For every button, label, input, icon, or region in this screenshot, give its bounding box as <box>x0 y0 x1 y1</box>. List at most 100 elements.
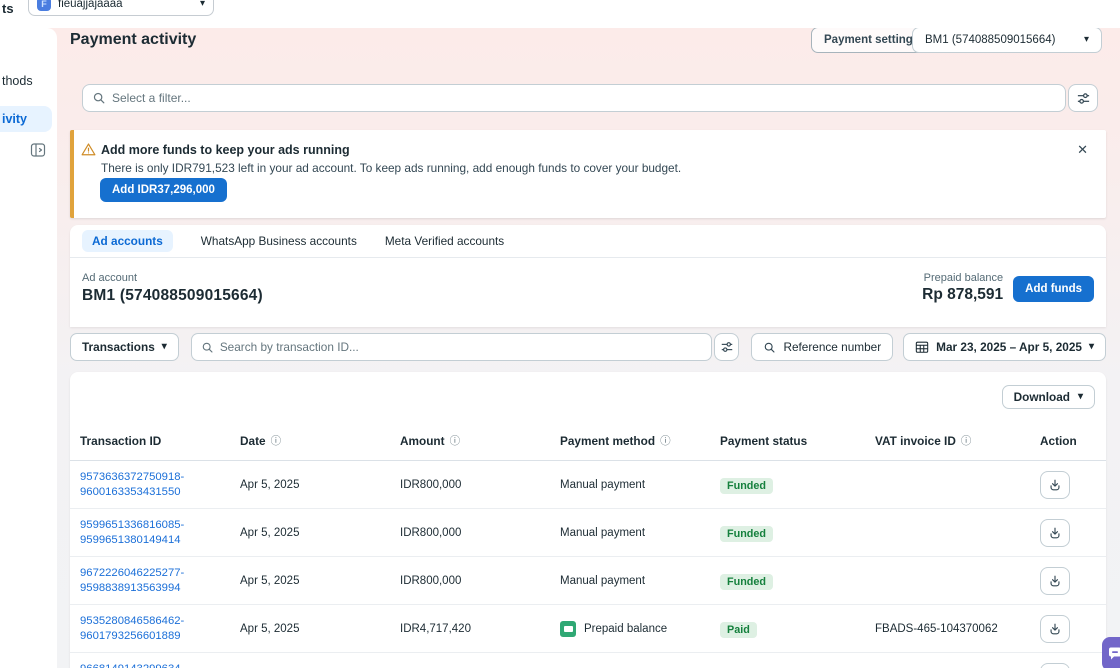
table-row: 9668149143299634-9601437480437474 Apr 4,… <box>70 653 1106 668</box>
banner-body: There is only IDR791,523 left in your ad… <box>101 161 681 175</box>
status-badge: Funded <box>720 478 773 494</box>
reference-number-label: Reference number <box>783 340 881 354</box>
column-vat-invoice-id: VAT invoice IDⓘ <box>875 433 1040 448</box>
transaction-amount: IDR4,717,420 <box>400 623 560 635</box>
download-label: Download <box>1014 390 1070 404</box>
transaction-amount: IDR800,000 <box>400 575 560 587</box>
ad-account-name: BM1 (574088509015664) <box>82 287 922 305</box>
chat-bubble-icon <box>1107 646 1120 662</box>
add-funds-button[interactable]: Add funds <box>1013 276 1094 302</box>
top-navigation-strip: ts F fieuajjajaaaa ▾ <box>0 0 1120 28</box>
prepaid-balance-label: Prepaid balance <box>922 272 1003 284</box>
prepaid-balance-value: Rp 878,591 <box>922 286 1003 304</box>
transaction-search-input[interactable] <box>220 340 702 354</box>
date-range-label: Mar 23, 2025 – Apr 5, 2025 <box>936 340 1082 354</box>
reference-number-button[interactable]: Reference number <box>751 333 893 361</box>
payment-method: Prepaid balance <box>560 621 720 637</box>
table-row: 9672226046225277-9598838913563994 Apr 5,… <box>70 557 1106 605</box>
clipped-nav-text: ts <box>2 1 14 16</box>
payment-method: Manual payment <box>560 575 720 587</box>
add-funds-amount-button[interactable]: Add IDR37,296,000 <box>100 178 227 202</box>
column-date: Dateⓘ <box>240 433 400 448</box>
transaction-amount: IDR800,000 <box>400 479 560 491</box>
column-action: Action <box>1040 434 1096 448</box>
download-invoice-button[interactable] <box>1040 519 1070 547</box>
chevron-down-icon: ▾ <box>162 342 167 352</box>
close-icon[interactable]: ✕ <box>1077 142 1088 158</box>
account-type-tabs: Ad accounts WhatsApp Business accounts M… <box>70 225 1106 258</box>
column-payment-method: Payment methodⓘ <box>560 433 720 448</box>
collapse-sidebar-icon[interactable] <box>28 140 48 160</box>
column-amount: Amountⓘ <box>400 433 560 448</box>
transaction-id-link[interactable]: 9599651336816085-9599651380149414 <box>80 518 240 548</box>
sidebar-item-payment-activity[interactable]: ivity <box>0 106 52 132</box>
transaction-id-link[interactable]: 9668149143299634-9601437480437474 <box>80 662 240 668</box>
transaction-date: Apr 5, 2025 <box>240 527 400 539</box>
chevron-down-icon: ▾ <box>1084 35 1089 45</box>
calendar-icon <box>915 340 929 354</box>
transaction-id-link[interactable]: 9672226046225277-9598838913563994 <box>80 566 240 596</box>
account-summary-card: Ad accounts WhatsApp Business accounts M… <box>70 225 1106 327</box>
transaction-date: Apr 5, 2025 <box>240 623 400 635</box>
banner-title: Add more funds to keep your ads running <box>101 143 350 157</box>
table-row: 9599651336816085-9599651380149414 Apr 5,… <box>70 509 1106 557</box>
transaction-date: Apr 5, 2025 <box>240 479 400 491</box>
vat-invoice-id: FBADS-465-104370062 <box>875 623 1040 635</box>
download-invoice-button[interactable] <box>1040 663 1070 668</box>
download-invoice-button[interactable] <box>1040 615 1070 643</box>
status-badge: Paid <box>720 622 757 638</box>
table-row: 9535280846586462-9601793256601889 Apr 5,… <box>70 605 1106 653</box>
transaction-amount: IDR800,000 <box>400 527 560 539</box>
sidebar: thods ivity <box>0 28 57 668</box>
transactions-table-card: Download ▾ Transaction ID Dateⓘ Amountⓘ … <box>70 372 1106 668</box>
status-badge: Funded <box>720 526 773 542</box>
column-payment-status: Payment status <box>720 434 875 448</box>
payment-status: Funded <box>720 524 875 542</box>
chevron-down-icon: ▾ <box>1089 342 1094 352</box>
tab-whatsapp-business-accounts[interactable]: WhatsApp Business accounts <box>201 230 357 252</box>
transactions-toolbar: Transactions ▾ Reference number <box>70 333 1106 361</box>
date-range-picker[interactable]: Mar 23, 2025 – Apr 5, 2025 ▾ <box>903 333 1106 361</box>
page: ts F fieuajjajaaaa ▾ thods ivity Payment… <box>0 0 1120 668</box>
info-icon[interactable]: ⓘ <box>450 433 461 448</box>
tab-meta-verified-accounts[interactable]: Meta Verified accounts <box>385 230 504 252</box>
ad-account-label: Ad account <box>82 272 922 284</box>
status-badge: Funded <box>720 574 773 590</box>
payment-status: Funded <box>720 572 875 590</box>
info-icon[interactable]: ⓘ <box>961 433 972 448</box>
transaction-date: Apr 5, 2025 <box>240 575 400 587</box>
payment-method: Manual payment <box>560 527 720 539</box>
chevron-down-icon: ▾ <box>200 0 205 9</box>
page-title: Payment activity <box>70 31 196 49</box>
download-invoice-button[interactable] <box>1040 471 1070 499</box>
download-invoice-button[interactable] <box>1040 567 1070 595</box>
sidebar-item-payment-methods[interactable]: thods <box>2 74 33 88</box>
filter-search-input[interactable] <box>112 91 1056 105</box>
filter-options-button[interactable] <box>1068 84 1098 112</box>
tab-ad-accounts[interactable]: Ad accounts <box>82 230 173 252</box>
low-funds-banner: Add more funds to keep your ads running … <box>70 130 1106 218</box>
search-options-button[interactable] <box>714 333 739 361</box>
warning-icon <box>81 142 96 157</box>
account-selector-label: BM1 (574088509015664) <box>925 34 1055 46</box>
business-avatar: F <box>37 0 51 11</box>
filter-search-field[interactable] <box>82 84 1066 112</box>
transaction-type-label: Transactions <box>82 340 155 354</box>
column-transaction-id: Transaction ID <box>80 434 240 448</box>
transaction-search-field[interactable] <box>191 333 712 361</box>
payment-status: Paid <box>720 620 875 638</box>
info-icon[interactable]: ⓘ <box>271 433 282 448</box>
account-selector-dropdown[interactable]: BM1 (574088509015664) ▾ <box>912 27 1102 53</box>
transaction-id-link[interactable]: 9535280846586462-9601793256601889 <box>80 614 240 644</box>
business-name: fieuajjajaaaa <box>58 0 193 10</box>
download-button[interactable]: Download ▾ <box>1002 385 1095 409</box>
chat-widget[interactable] <box>1102 637 1120 668</box>
transaction-id-link[interactable]: 9573636372750918-9600163353431550 <box>80 470 240 500</box>
table-row: 9573636372750918-9600163353431550 Apr 5,… <box>70 461 1106 509</box>
business-selector[interactable]: F fieuajjajaaaa ▾ <box>28 0 214 16</box>
payment-status: Funded <box>720 476 875 494</box>
info-icon[interactable]: ⓘ <box>660 433 671 448</box>
prepaid-card-icon <box>560 621 576 637</box>
table-header-row: Transaction ID Dateⓘ Amountⓘ Payment met… <box>70 421 1106 461</box>
transaction-type-dropdown[interactable]: Transactions ▾ <box>70 333 179 361</box>
